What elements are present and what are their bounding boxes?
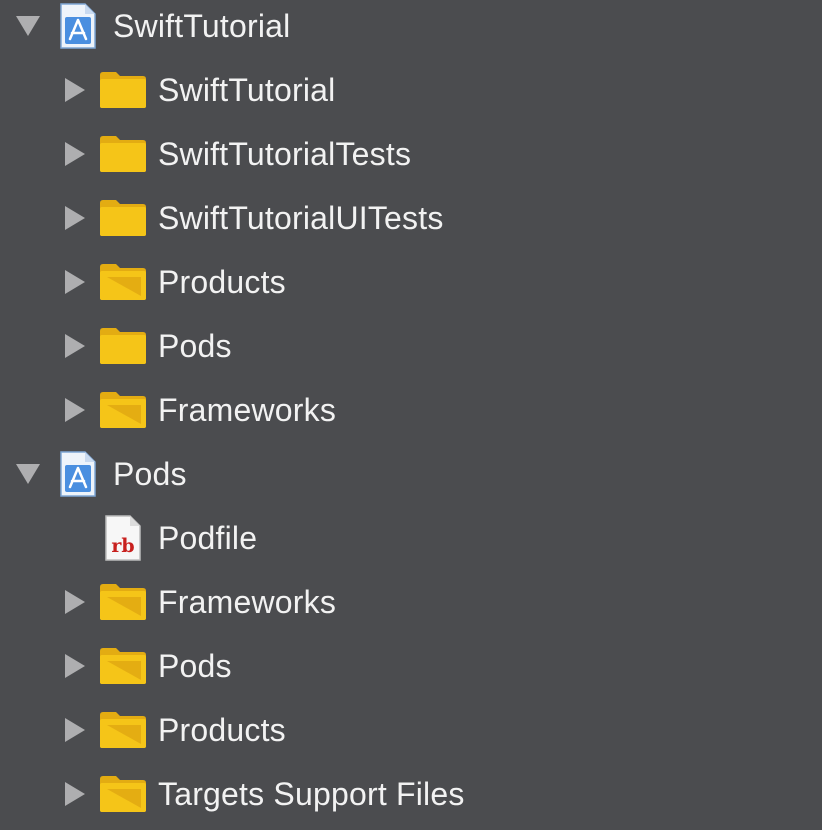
- folder-icon: [99, 71, 147, 114]
- navigator-row[interactable]: SwiftTutorial: [0, 58, 822, 122]
- disclosure-collapsed-icon[interactable]: [61, 716, 89, 744]
- group-folder-icon: [99, 391, 147, 434]
- navigator-row[interactable]: SwiftTutorialUITests: [0, 186, 822, 250]
- disclosure-collapsed-icon[interactable]: [61, 140, 89, 168]
- navigator-item-label: SwiftTutorial: [158, 72, 336, 108]
- navigator-item-label: SwiftTutorial: [113, 8, 291, 44]
- group-folder-icon: [99, 711, 147, 754]
- navigator-item-label: Frameworks: [158, 392, 337, 428]
- folder-icon: [99, 135, 147, 178]
- disclosure-expanded-icon[interactable]: [14, 12, 42, 40]
- disclosure-collapsed-icon[interactable]: [61, 332, 89, 360]
- disclosure-collapsed-icon[interactable]: [61, 268, 89, 296]
- disclosure-collapsed-icon[interactable]: [61, 396, 89, 424]
- navigator-item-label: Products: [158, 712, 286, 748]
- navigator-row[interactable]: Products: [0, 250, 822, 314]
- disclosure-collapsed-icon[interactable]: [61, 76, 89, 104]
- navigator-row[interactable]: Pods: [0, 442, 822, 506]
- navigator-item-label: Pods: [158, 328, 232, 364]
- ruby-file-icon: rb: [104, 514, 142, 567]
- navigator-item-label: Targets Support Files: [158, 776, 465, 812]
- navigator-row[interactable]: Pods: [0, 634, 822, 698]
- navigator-item-label: Pods: [158, 648, 232, 684]
- group-folder-icon: [99, 583, 147, 626]
- navigator-item-label: SwiftTutorialUITests: [158, 200, 444, 236]
- disclosure-collapsed-icon[interactable]: [61, 652, 89, 680]
- group-folder-icon: [99, 775, 147, 818]
- disclosure-expanded-icon[interactable]: [14, 460, 42, 488]
- navigator-item-label: SwiftTutorialTests: [158, 136, 412, 172]
- group-folder-icon: [99, 647, 147, 690]
- navigator-row[interactable]: SwiftTutorialTests: [0, 122, 822, 186]
- navigator-row[interactable]: Targets Support Files: [0, 762, 822, 826]
- navigator-row[interactable]: Frameworks: [0, 378, 822, 442]
- navigator-row[interactable]: Products: [0, 698, 822, 762]
- disclosure-collapsed-icon[interactable]: [61, 780, 89, 808]
- group-folder-icon: [99, 263, 147, 306]
- navigator-item-label: Frameworks: [158, 584, 337, 620]
- navigator-item-label: Pods: [113, 456, 187, 492]
- folder-icon: [99, 327, 147, 370]
- navigator-item-label: Podfile: [158, 520, 258, 556]
- folder-icon: [99, 199, 147, 242]
- xcode-project-icon: [59, 450, 97, 503]
- disclosure-collapsed-icon[interactable]: [61, 588, 89, 616]
- xcode-project-icon: [59, 2, 97, 55]
- project-navigator: SwiftTutorial SwiftTutorial SwiftTutorialT…: [0, 0, 822, 830]
- svg-text:rb: rb: [111, 535, 134, 557]
- disclosure-collapsed-icon[interactable]: [61, 204, 89, 232]
- navigator-row[interactable]: rb Podfile: [0, 506, 822, 570]
- navigator-row[interactable]: Pods: [0, 314, 822, 378]
- navigator-row[interactable]: SwiftTutorial: [0, 0, 822, 58]
- navigator-row[interactable]: Frameworks: [0, 570, 822, 634]
- navigator-item-label: Products: [158, 264, 286, 300]
